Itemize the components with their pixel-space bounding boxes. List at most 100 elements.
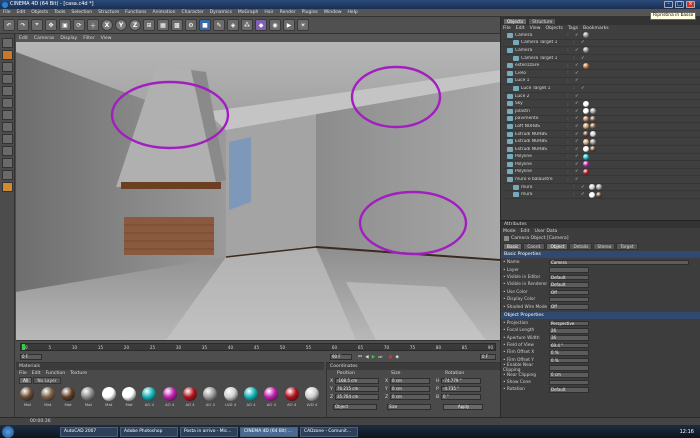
materials-menu-function[interactable]: Function (46, 371, 66, 376)
coord-size-select[interactable]: Size (387, 403, 431, 410)
object-row[interactable]: Loft NURBS: ✓ (503, 123, 700, 131)
visibility-dots-icon[interactable]: : (567, 161, 575, 167)
materials-menu-texture[interactable]: Texture (70, 371, 87, 376)
size-field[interactable]: 0 cm (390, 394, 430, 400)
pen-icon[interactable]: ✎ (213, 19, 225, 31)
menu-objects[interactable]: Objects (31, 10, 48, 15)
menu-dynamics[interactable]: Dynamics (210, 10, 232, 15)
attribute-value[interactable] (549, 379, 589, 386)
points-mode-icon[interactable] (2, 86, 13, 96)
material-tag-icon[interactable] (589, 123, 596, 130)
attribute-value[interactable]: Default (549, 387, 589, 393)
enabled-check-icon[interactable]: ✓ (575, 33, 579, 38)
menu-hair[interactable]: Hair (264, 10, 273, 15)
add-object-icon[interactable]: ＋ (87, 19, 99, 31)
tab-object[interactable]: Object (546, 242, 569, 250)
filter-all-tab[interactable]: All (19, 377, 33, 384)
material-tag-icon[interactable] (582, 146, 589, 153)
attribute-value[interactable]: Perspective (549, 320, 589, 327)
enabled-check-icon[interactable]: ✓ (575, 78, 579, 83)
size-field[interactable]: 0 cm (390, 378, 430, 384)
attributes-menu-edit[interactable]: Edit (521, 229, 530, 234)
light-icon[interactable]: ☀ (297, 19, 309, 31)
material-swatch[interactable]: LVD 4 (304, 387, 321, 407)
attribute-value[interactable]: 0 cm (549, 372, 589, 378)
material-tag-icon[interactable] (582, 138, 589, 145)
object-row[interactable]: Luce Target 1: ✓ (503, 85, 700, 93)
rotation-field[interactable]: 0 ° (441, 394, 481, 400)
enabled-check-icon[interactable]: ✓ (575, 63, 579, 68)
materials-menu-edit[interactable]: Edit (32, 371, 41, 376)
attribute-value[interactable]: Default (549, 274, 589, 281)
attribute-value[interactable]: Off (549, 289, 589, 295)
workplane-icon[interactable] (2, 146, 13, 156)
layout-icon[interactable] (2, 182, 13, 192)
object-row[interactable]: Polyline: ✓ (503, 168, 700, 177)
object-row[interactable]: Polyline: ✓ (503, 161, 700, 169)
axis-mode-icon[interactable] (2, 74, 13, 84)
objects-menu-tags[interactable]: Tags (568, 26, 578, 31)
end-frame-field[interactable]: 90 F (330, 354, 352, 360)
enabled-check-icon[interactable]: ✓ (575, 124, 579, 129)
visibility-dots-icon[interactable]: : (567, 177, 575, 183)
object-row[interactable]: Camera: ✓ (503, 32, 700, 40)
menu-tools[interactable]: Tools (54, 10, 65, 15)
taskbar-item[interactable]: Posta in arrivo - Mic... (180, 427, 238, 438)
enabled-check-icon[interactable]: ✓ (575, 139, 579, 144)
start-frame-field[interactable]: 0 F (20, 354, 42, 360)
cube-icon[interactable]: ■ (199, 19, 211, 31)
menu-mograph[interactable]: MoGraph (238, 10, 258, 15)
enabled-check-icon[interactable]: ✓ (575, 169, 579, 174)
material-tag-icon[interactable] (582, 161, 589, 168)
objects-menu-bookmarks[interactable]: Bookmarks (583, 26, 609, 31)
paint-icon[interactable] (2, 170, 13, 180)
render-view-icon[interactable]: ▦ (157, 19, 169, 31)
menu-file[interactable]: File (3, 10, 11, 15)
rotation-field[interactable]: -74.779 ° (441, 378, 481, 384)
viewport-menu-display[interactable]: Display (60, 36, 77, 41)
material-tag-icon[interactable] (595, 191, 602, 198)
menu-animation[interactable]: Animation (153, 10, 176, 15)
viewport-menu-filter[interactable]: Filter (83, 36, 94, 41)
rotate-icon[interactable]: ⟳ (73, 19, 85, 31)
visibility-dots-icon[interactable]: : (567, 108, 575, 114)
viewport-menu-cameras[interactable]: Cameras (34, 36, 54, 41)
object-row[interactable]: esterizzare: ✓ (503, 62, 700, 70)
close-button[interactable]: × (686, 1, 695, 8)
object-row[interactable]: Camera Target 1: ✓ (503, 40, 700, 48)
object-row[interactable]: Camera: ✓ (503, 47, 700, 55)
tab-basic[interactable]: Basic (503, 242, 523, 250)
object-row[interactable]: pavimento: ✓ (503, 115, 700, 124)
visibility-dots-icon[interactable]: : (567, 123, 575, 129)
menu-help[interactable]: Help (348, 10, 358, 15)
model-mode-icon[interactable] (2, 38, 13, 48)
menu-selection[interactable]: Selection (71, 10, 92, 15)
material-swatch[interactable]: Mat (80, 387, 97, 407)
world-coords-icon[interactable]: ⊞ (143, 19, 155, 31)
start-button[interactable] (2, 425, 14, 438)
tab-stereo[interactable]: Stereo (593, 242, 616, 250)
materials-menu-file[interactable]: File (19, 371, 27, 376)
enabled-check-icon[interactable]: ✓ (575, 147, 579, 152)
objects-menu-file[interactable]: File (503, 26, 511, 31)
go-start-icon[interactable]: ⏮ (358, 354, 362, 360)
object-row[interactable]: Luce 2: ✓ (503, 93, 700, 101)
snap-icon[interactable] (2, 134, 13, 144)
enabled-check-icon[interactable]: ✓ (575, 116, 579, 121)
taskbar-item[interactable]: Adobe Photoshop (120, 427, 178, 438)
object-row[interactable]: pilastri: ✓ (503, 108, 700, 116)
material-swatch[interactable]: AO 4 (243, 387, 260, 407)
material-tag-icon[interactable] (595, 184, 602, 191)
material-tag-icon[interactable] (589, 146, 596, 153)
deformer-icon[interactable]: ◆ (255, 19, 267, 31)
move-icon[interactable]: ✥ (45, 19, 57, 31)
visibility-dots-icon[interactable]: : (567, 70, 575, 76)
polygons-mode-icon[interactable] (2, 110, 13, 120)
axis-x-button[interactable]: X (101, 19, 113, 31)
texture-mode-icon[interactable] (2, 62, 13, 72)
menu-render[interactable]: Render (280, 10, 296, 15)
enabled-check-icon[interactable]: ✓ (575, 48, 579, 53)
material-tag-icon[interactable] (589, 115, 596, 122)
material-swatch[interactable]: Mat (100, 387, 117, 407)
visibility-dots-icon[interactable]: : (567, 116, 575, 122)
